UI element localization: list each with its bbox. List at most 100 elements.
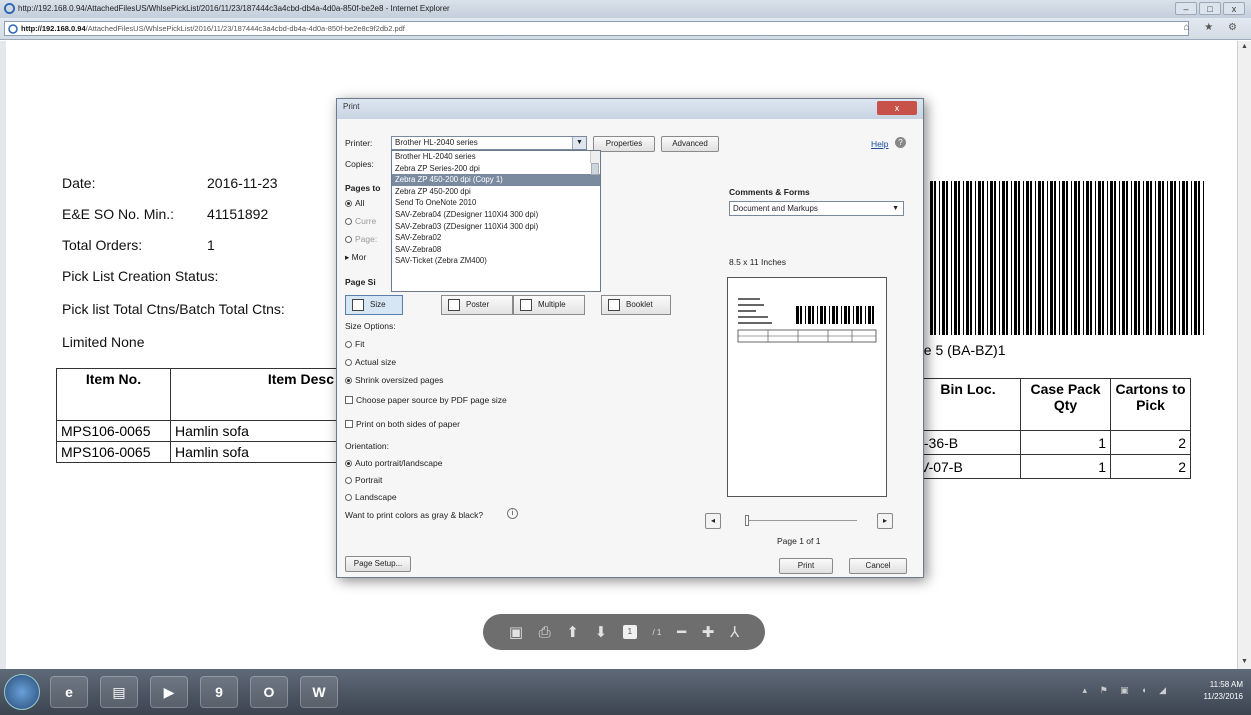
- prev-page-button[interactable]: ◂: [705, 513, 721, 529]
- browser-toolbar-icons[interactable]: ⌂ ★ ⚙: [1183, 22, 1243, 33]
- print-preview: [727, 277, 887, 497]
- printer-option[interactable]: SAV-Zebra04 (ZDesigner 110Xi4 300 dpi): [392, 209, 600, 221]
- next-page-icon[interactable]: ⬇: [595, 623, 608, 641]
- ie-taskbar-icon[interactable]: e: [50, 676, 88, 708]
- radio-portrait-label: Portrait: [355, 475, 383, 485]
- scroll-down-icon[interactable]: ▼: [1240, 658, 1249, 667]
- page-slider-thumb[interactable]: [745, 515, 749, 526]
- chevron-down-icon[interactable]: ▼: [892, 202, 899, 215]
- tab-size[interactable]: Size: [345, 295, 403, 315]
- url-input[interactable]: http://192.168.0.94/AttachedFilesUS/Whls…: [4, 21, 1189, 36]
- radio-portrait[interactable]: Portrait: [345, 475, 382, 485]
- adobe-icon[interactable]: ⅄: [730, 623, 739, 641]
- col-cartons: Cartons to Pick: [1110, 378, 1191, 431]
- zoom-in-icon[interactable]: ✚: [702, 623, 715, 641]
- tab-poster[interactable]: Poster: [441, 295, 513, 315]
- tab-booklet[interactable]: Booklet: [601, 295, 671, 315]
- barcode-label: ne 5 (BA-BZ)1: [916, 342, 1006, 358]
- checkbox-paper-source[interactable]: Choose paper source by PDF page size: [345, 395, 507, 405]
- print-dialog: Print x Printer: Brother HL-2040 series …: [336, 98, 924, 578]
- printer-option[interactable]: Zebra ZP 450-200 dpi (Copy 1): [392, 174, 600, 186]
- table-header-row: Item No. Item Desc: [56, 368, 341, 421]
- dialog-close-button[interactable]: x: [877, 101, 917, 115]
- properties-button[interactable]: Properties: [593, 136, 655, 152]
- cancel-button[interactable]: Cancel: [849, 558, 907, 574]
- minimize-button[interactable]: –: [1175, 2, 1197, 15]
- maximize-button[interactable]: □: [1199, 2, 1221, 15]
- printer-option[interactable]: Zebra ZP Series-200 dpi: [392, 163, 600, 175]
- comments-select[interactable]: Document and Markups ▼: [729, 201, 904, 216]
- close-button[interactable]: x: [1223, 2, 1245, 15]
- printer-option[interactable]: SAV-Zebra08: [392, 244, 600, 256]
- comments-select-value: Document and Markups: [733, 204, 818, 213]
- printer-option[interactable]: Zebra ZP 450-200 dpi: [392, 186, 600, 198]
- barcode-image: [930, 181, 1204, 335]
- next-page-button[interactable]: ▸: [877, 513, 893, 529]
- printer-dropdown-list[interactable]: Brother HL-2040 series Zebra ZP Series-20…: [391, 150, 601, 292]
- address-bar: http://192.168.0.94/AttachedFilesUS/Whls…: [0, 18, 1251, 40]
- more-options-toggle[interactable]: ▸ Mor: [345, 252, 366, 263]
- zoom-out-icon[interactable]: ━: [677, 623, 686, 641]
- pdf-toolbar: ▣ ⎙ ⬆ ⬇ 1 / 1 ━ ✚ ⅄: [483, 614, 765, 650]
- radio-actual-size[interactable]: Actual size: [345, 357, 396, 367]
- radio-icon: [345, 200, 352, 207]
- help-link[interactable]: Help: [871, 139, 888, 149]
- prev-page-icon[interactable]: ⬆: [566, 623, 579, 641]
- explorer-taskbar-icon[interactable]: ▤: [100, 676, 138, 708]
- orders-label: Total Orders:: [62, 237, 143, 253]
- booklet-icon: [608, 299, 620, 311]
- radio-current[interactable]: Curre: [345, 216, 376, 226]
- help-icon[interactable]: ?: [895, 137, 906, 148]
- printer-option[interactable]: SAV-Zebra02: [392, 232, 600, 244]
- printer-select[interactable]: Brother HL-2040 series ▼: [391, 136, 587, 150]
- tray-clock[interactable]: 11:58 AM 11/23/2016: [1204, 679, 1243, 703]
- printer-label: Printer:: [345, 138, 373, 148]
- row-item: MPS106-0065: [56, 420, 171, 442]
- dropdown-scrollbar[interactable]: [590, 151, 600, 175]
- radio-landscape[interactable]: Landscape: [345, 492, 397, 502]
- taskbar: e ▤ ▶ 9 O W ▴ ⚑ ▣ ◖ ◢ 11:58 AM 11/23/201…: [0, 669, 1251, 715]
- save-icon[interactable]: ▣: [509, 623, 523, 641]
- info-icon[interactable]: i: [507, 508, 518, 519]
- start-button[interactable]: [4, 674, 40, 710]
- radio-auto[interactable]: Auto portrait/landscape: [345, 458, 442, 468]
- more-options-label: Mor: [351, 252, 367, 262]
- page-number-input[interactable]: 1: [622, 625, 637, 639]
- printer-option[interactable]: Send To OneNote 2010: [392, 197, 600, 209]
- page-setup-button[interactable]: Page Setup...: [345, 556, 411, 572]
- page-slider[interactable]: [747, 520, 857, 521]
- print-button[interactable]: Print: [779, 558, 833, 574]
- radio-all[interactable]: All: [345, 198, 364, 208]
- vertical-scrollbar[interactable]: ▲ ▼: [1237, 41, 1251, 669]
- printer-option[interactable]: SAV-Ticket (Zebra ZM400): [392, 255, 600, 267]
- printer-option[interactable]: Brother HL-2040 series: [392, 151, 600, 163]
- radio-icon: [345, 477, 352, 484]
- advanced-button[interactable]: Advanced: [661, 136, 719, 152]
- tray-icons[interactable]: ▴ ⚑ ▣ ◖ ◢: [1083, 685, 1171, 696]
- radio-shrink[interactable]: Shrink oversized pages: [345, 375, 443, 385]
- outlook-taskbar-icon[interactable]: O: [250, 676, 288, 708]
- dropdown-scroll-thumb[interactable]: [591, 163, 599, 175]
- app-taskbar-icon[interactable]: 9: [200, 676, 238, 708]
- scroll-up-icon[interactable]: ▲: [1240, 43, 1249, 52]
- table-row: MPS106-0065 Hamlin sofa: [56, 441, 341, 463]
- printer-option[interactable]: SAV-Zebra03 (ZDesigner 110Xi4 300 dpi): [392, 221, 600, 233]
- radio-fit[interactable]: Fit: [345, 339, 364, 349]
- so-value: 41151892: [207, 206, 269, 222]
- checkbox-both-sides[interactable]: Print on both sides of paper: [345, 419, 460, 429]
- tab-multiple-label: Multiple: [538, 300, 566, 309]
- radio-icon: [345, 341, 352, 348]
- radio-auto-label: Auto portrait/landscape: [355, 458, 443, 468]
- radio-pages[interactable]: Page:: [345, 234, 377, 244]
- media-player-icon[interactable]: ▶: [150, 676, 188, 708]
- radio-icon: [345, 359, 352, 366]
- radio-all-label: All: [355, 198, 365, 208]
- comments-label: Comments & Forms: [729, 187, 810, 197]
- tab-multiple[interactable]: Multiple: [513, 295, 585, 315]
- chevron-down-icon[interactable]: ▼: [572, 137, 586, 149]
- url-host: http://192.168.0.94: [21, 24, 86, 33]
- window-controls: – □ x: [1175, 2, 1245, 15]
- print-icon[interactable]: ⎙: [539, 624, 551, 641]
- radio-fit-label: Fit: [355, 339, 365, 349]
- word-taskbar-icon[interactable]: W: [300, 676, 338, 708]
